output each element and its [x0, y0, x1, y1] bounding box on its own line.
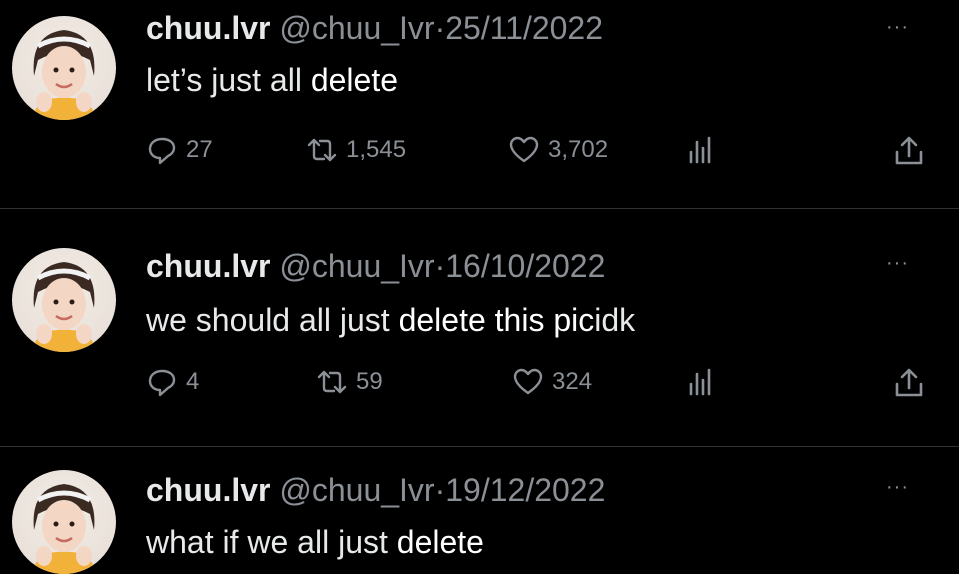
avatar[interactable] — [12, 470, 116, 574]
tweet-header: chuu.lvr @chuu_Ivr·25/11/2022 — [146, 10, 603, 47]
views-button[interactable] — [684, 366, 724, 398]
tweet-divider — [0, 208, 959, 209]
views-button[interactable] — [684, 134, 724, 166]
avatar-image — [32, 262, 96, 352]
tweet-text: let’s just all delete — [146, 62, 398, 99]
user-handle[interactable]: @chuu_Ivr — [279, 472, 434, 508]
retweet-button[interactable]: 59 — [316, 366, 383, 398]
user-handle[interactable]: @chuu_Ivr — [279, 248, 434, 284]
heart-icon — [509, 136, 539, 163]
more-icon[interactable]: ··· — [886, 476, 909, 499]
tweet-text-edited: delete — [310, 62, 398, 98]
avatar[interactable] — [12, 16, 116, 120]
tweet-text-part: idk — [594, 302, 636, 338]
display-name[interactable]: chuu.lvr — [146, 10, 270, 46]
separator: · — [434, 472, 446, 508]
tweet-date[interactable]: 16/10/2022 — [445, 248, 605, 284]
more-icon[interactable]: ··· — [886, 16, 909, 39]
retweet-icon — [317, 370, 347, 394]
retweet-count: 59 — [356, 368, 383, 395]
tweet[interactable]: chuu.lvr @chuu_Ivr·19/12/2022 ··· what i… — [0, 450, 959, 574]
heart-icon — [513, 368, 543, 395]
display-name[interactable]: chuu.lvr — [146, 472, 270, 508]
action-bar: 4 59 324 — [146, 366, 926, 402]
analytics-icon — [689, 368, 711, 396]
user-handle[interactable]: @chuu_Ivr — [279, 10, 434, 46]
tweet-divider — [0, 446, 959, 447]
reply-icon — [148, 369, 176, 397]
share-icon — [895, 136, 923, 165]
share-button[interactable] — [892, 366, 926, 405]
tweet-text-part: let’s just all — [146, 62, 302, 98]
avatar-image — [32, 484, 96, 574]
retweet-count: 1,545 — [346, 136, 407, 163]
tweet-text-edited: delete this pic — [398, 302, 595, 338]
tweet-text-part: what if we all just — [146, 524, 388, 560]
avatar[interactable] — [12, 248, 116, 352]
tweet-text-edited: delete — [396, 524, 484, 560]
tweet-header: chuu.lvr @chuu_Ivr·19/12/2022 — [146, 472, 605, 509]
share-icon — [895, 368, 923, 397]
reply-button[interactable]: 4 — [146, 366, 199, 398]
tweet-date[interactable]: 19/12/2022 — [445, 472, 605, 508]
separator: · — [434, 248, 446, 284]
avatar-image — [32, 30, 96, 120]
tweet-text: we should all just delete this picidk — [146, 302, 635, 339]
reply-count: 27 — [186, 136, 213, 163]
separator: · — [434, 10, 446, 46]
analytics-icon — [689, 136, 711, 164]
tweet-date[interactable]: 25/11/2022 — [445, 10, 603, 46]
reply-icon — [148, 137, 176, 165]
reply-count: 4 — [186, 368, 200, 395]
tweet-header: chuu.lvr @chuu_Ivr·16/10/2022 — [146, 248, 605, 285]
like-button[interactable]: 3,702 — [508, 134, 608, 166]
tweet-text-part: we should all just — [146, 302, 390, 338]
reply-button[interactable]: 27 — [146, 134, 213, 166]
retweet-button[interactable]: 1,545 — [306, 134, 406, 166]
retweet-icon — [307, 138, 337, 162]
like-count: 3,702 — [548, 136, 609, 163]
tweet-text: what if we all just delete — [146, 524, 484, 561]
tweet[interactable]: chuu.lvr @chuu_Ivr·25/11/2022 ··· let’s … — [0, 0, 959, 206]
share-button[interactable] — [892, 134, 926, 173]
like-count: 324 — [552, 368, 593, 395]
display-name[interactable]: chuu.lvr — [146, 248, 270, 284]
tweet[interactable]: chuu.lvr @chuu_Ivr·16/10/2022 ··· we sho… — [0, 212, 959, 444]
like-button[interactable]: 324 — [512, 366, 592, 398]
more-icon[interactable]: ··· — [886, 252, 909, 275]
action-bar: 27 1,545 3,702 — [146, 134, 926, 170]
